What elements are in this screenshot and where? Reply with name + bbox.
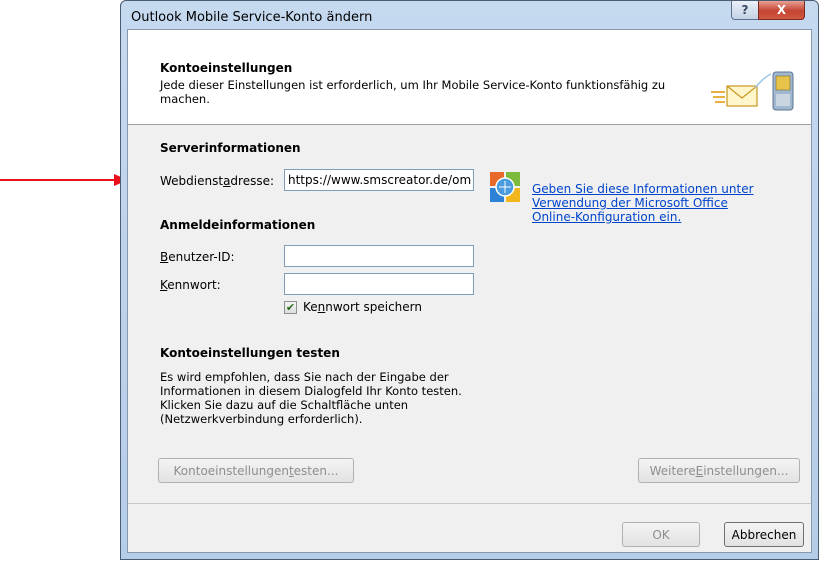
office-online-icon — [490, 172, 520, 202]
office-online-config-link[interactable]: Geben Sie diese Informationen unter Verw… — [532, 182, 772, 224]
header-title: Kontoeinstellungen — [160, 61, 293, 75]
footer-separator — [128, 503, 811, 504]
dialog-client-area: Kontoeinstellungen Jede dieser Einstellu… — [127, 29, 812, 553]
help-icon: ? — [741, 3, 749, 17]
annotation-arrow — [0, 174, 128, 186]
test-account-settings-button[interactable]: Kontoeinstellungen t esten... — [158, 458, 354, 483]
userid-label: Benutzer-ID: — [160, 250, 235, 264]
window-title: Outlook Mobile Service-Konto ändern — [131, 10, 373, 25]
close-button[interactable]: X — [758, 1, 805, 20]
test-description: Es wird empfohlen, dass Sie nach der Ein… — [160, 370, 462, 426]
header-description: Jede dieser Einstellungen ist erforderli… — [160, 78, 666, 106]
mail-to-mobile-icon — [711, 71, 794, 111]
ok-button[interactable]: OK — [622, 522, 700, 547]
title-bar[interactable]: Outlook Mobile Service-Konto ändern ? X — [121, 1, 818, 29]
webservice-address-label: Webdienstadresse: — [160, 174, 275, 188]
more-settings-button[interactable]: Weitere Einstellungen... — [638, 458, 800, 483]
help-button[interactable]: ? — [731, 1, 759, 20]
cancel-button[interactable]: Abbrechen — [724, 522, 804, 547]
password-input[interactable] — [284, 273, 474, 295]
webservice-address-input[interactable]: https://www.smscreator.de/om — [284, 169, 474, 191]
dialog-window: Outlook Mobile Service-Konto ändern ? X … — [120, 0, 819, 560]
password-label: Kennwort: — [160, 278, 221, 292]
userid-input[interactable] — [284, 245, 474, 267]
checkmark-icon[interactable]: ✔ — [284, 300, 297, 314]
server-section-title: Serverinformationen — [160, 141, 301, 155]
login-section-title: Anmeldeinformationen — [160, 218, 316, 232]
header-panel: Kontoeinstellungen Jede dieser Einstellu… — [128, 30, 811, 125]
test-section-title: Kontoeinstellungen testen — [160, 346, 340, 360]
save-password-checkbox[interactable]: ✔ Kennwort speichern — [284, 300, 422, 314]
close-icon: X — [776, 3, 787, 17]
save-password-label: Kennwort speichern — [303, 300, 422, 314]
